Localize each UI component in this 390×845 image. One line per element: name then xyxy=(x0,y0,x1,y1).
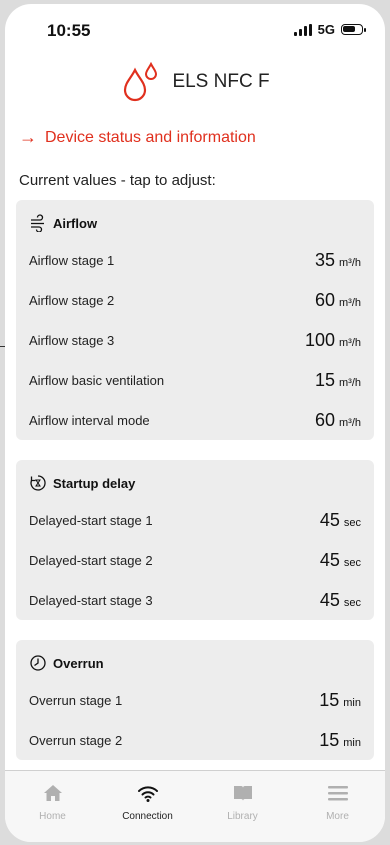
value-number: 15 xyxy=(319,729,340,750)
value-number: 60 xyxy=(314,289,335,310)
setting-row-delay-stage-2[interactable]: Delayed-start stage 2 45 sec xyxy=(16,540,374,580)
timer-icon xyxy=(30,475,46,491)
setting-label: Airflow basic ventilation xyxy=(29,372,165,388)
device-status-label: Device status and information xyxy=(45,128,256,146)
home-icon xyxy=(43,785,62,801)
signal-icon xyxy=(293,23,312,36)
value-unit: sec xyxy=(343,596,361,609)
setting-row-overrun-stage-1[interactable]: Overrun stage 1 15 min xyxy=(16,680,374,720)
status-indicators: 5G xyxy=(293,22,366,37)
setting-value: 15 m³/h xyxy=(315,370,361,391)
arrow-right-icon: → xyxy=(19,127,37,147)
setting-row-airflow-basic[interactable]: Airflow basic ventilation 15 m³/h xyxy=(16,360,374,400)
tab-label: Home xyxy=(39,811,66,822)
value-number: 100 xyxy=(304,329,335,350)
value-number: 60 xyxy=(314,409,335,430)
section-title: Airflow xyxy=(53,215,98,231)
value-number: 35 xyxy=(314,249,335,270)
section-header: Overrun xyxy=(16,640,374,680)
value-unit: sec xyxy=(343,556,361,569)
app-header: ELS NFC F xyxy=(5,60,385,104)
settings-list[interactable]: Airflow Airflow stage 1 35 m³/h Airflow s… xyxy=(5,200,385,770)
setting-value: 45 sec xyxy=(320,590,361,611)
setting-row-overrun-stage-2[interactable]: Overrun stage 2 15 min xyxy=(16,720,374,760)
value-unit: min xyxy=(343,696,361,709)
setting-label: Overrun stage 1 xyxy=(29,692,123,708)
section-airflow: Airflow Airflow stage 1 35 m³/h Airflow s… xyxy=(16,200,374,440)
setting-value: 35 m³/h xyxy=(315,250,361,271)
setting-value: 45 sec xyxy=(320,510,361,531)
value-number: 15 xyxy=(319,689,340,710)
value-number: 15 xyxy=(314,369,335,390)
setting-row-delay-stage-1[interactable]: Delayed-start stage 1 45 sec xyxy=(16,500,374,540)
value-unit: m³/h xyxy=(339,376,361,389)
setting-label: Delayed-start stage 1 xyxy=(29,512,153,528)
tab-home[interactable]: Home xyxy=(5,771,100,842)
setting-row-airflow-stage-3[interactable]: Airflow stage 3 100 m³/h xyxy=(16,320,374,360)
tab-more[interactable]: More xyxy=(290,771,385,842)
setting-label: Airflow stage 1 xyxy=(29,252,115,268)
value-number: 45 xyxy=(319,549,340,570)
status-bar: 10:55 5G xyxy=(5,4,385,48)
section-overrun: Overrun Overrun stage 1 15 min Overrun st… xyxy=(16,640,374,760)
tab-library[interactable]: Library xyxy=(195,771,290,842)
setting-label: Airflow stage 2 xyxy=(29,292,115,308)
tab-label: More xyxy=(326,811,349,822)
value-unit: m³/h xyxy=(339,336,361,349)
setting-value: 15 min xyxy=(319,730,361,751)
setting-value: 60 m³/h xyxy=(315,290,361,311)
setting-label: Delayed-start stage 2 xyxy=(29,552,153,568)
section-header: Airflow xyxy=(16,200,374,240)
value-unit: m³/h xyxy=(339,256,361,269)
section-title: Startup delay xyxy=(53,475,136,491)
value-unit: m³/h xyxy=(339,416,361,429)
tab-label: Connection xyxy=(122,811,173,822)
value-number: 45 xyxy=(319,509,340,530)
setting-label: Airflow interval mode xyxy=(29,412,150,428)
tab-connection[interactable]: Connection xyxy=(100,771,195,842)
value-unit: sec xyxy=(343,516,361,529)
value-unit: min xyxy=(343,736,361,749)
tab-bar: Home Connection Library More xyxy=(5,770,385,842)
wifi-icon xyxy=(137,786,158,802)
status-time: 10:55 xyxy=(47,21,91,40)
intro-text: Current values - tap to adjust: xyxy=(19,172,216,189)
setting-label: Overrun stage 2 xyxy=(29,732,123,748)
setting-row-airflow-stage-1[interactable]: Airflow stage 1 35 m³/h xyxy=(16,240,374,280)
setting-row-airflow-stage-2[interactable]: Airflow stage 2 60 m³/h xyxy=(16,280,374,320)
device-status-link[interactable]: → Device status and information xyxy=(19,127,256,148)
phone-screen: 10:55 5G ELS NFC F → Device status and i… xyxy=(5,4,385,842)
setting-value: 45 sec xyxy=(320,550,361,571)
setting-label: Airflow stage 3 xyxy=(29,332,115,348)
menu-icon xyxy=(327,786,348,801)
setting-value: 15 min xyxy=(319,690,361,711)
drops-icon xyxy=(124,62,158,102)
book-icon xyxy=(233,786,252,801)
value-number: 45 xyxy=(319,589,340,610)
section-title: Overrun xyxy=(53,655,104,671)
section-header: Startup delay xyxy=(16,460,374,500)
airflow-icon xyxy=(31,214,44,232)
setting-value: 100 m³/h xyxy=(305,330,361,351)
app-title: ELS NFC F xyxy=(172,71,270,92)
clock-icon xyxy=(30,655,46,671)
setting-value: 60 m³/h xyxy=(315,410,361,431)
section-startup-delay: Startup delay Delayed-start stage 1 45 se… xyxy=(16,460,374,620)
setting-row-delay-stage-3[interactable]: Delayed-start stage 3 45 sec xyxy=(16,580,374,620)
tab-label: Library xyxy=(227,811,258,822)
battery-icon xyxy=(341,24,366,35)
setting-label: Delayed-start stage 3 xyxy=(29,592,153,608)
value-unit: m³/h xyxy=(339,296,361,309)
network-label: 5G xyxy=(317,22,335,37)
setting-row-airflow-interval[interactable]: Airflow interval mode 60 m³/h xyxy=(16,400,374,440)
